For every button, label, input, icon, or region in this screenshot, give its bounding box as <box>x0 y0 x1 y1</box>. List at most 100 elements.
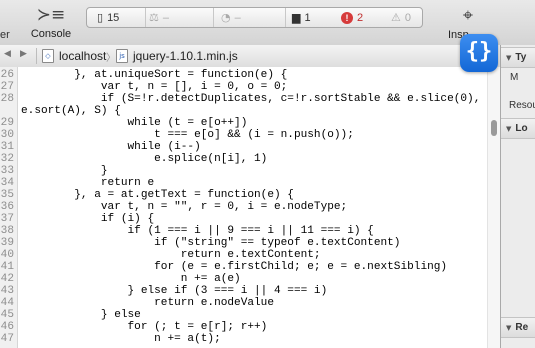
line-number[interactable]: 38 <box>0 225 14 237</box>
line-number[interactable]: 34 <box>0 177 14 189</box>
line-number[interactable]: 42 <box>0 273 14 285</box>
disclosure-triangle-icon: ▼ <box>506 124 512 133</box>
divider <box>36 48 37 64</box>
toolbar: er ≻≡ Console ▯ 15 ⚖ – ◔ – ▆ 1 ! 2 ⚠ 0 ⌖… <box>0 0 535 46</box>
line-number[interactable]: 45 <box>0 309 14 321</box>
line-number[interactable]: 26 <box>0 69 14 81</box>
debugger-tab-label[interactable]: er <box>0 29 10 41</box>
disclosure-triangle-icon: ▼ <box>506 53 512 62</box>
line-number[interactable]: 35 <box>0 189 14 201</box>
sidebar-section-resource[interactable]: ▼ Re <box>501 317 535 338</box>
code-text: } else if (3 === i || 4 === i) <box>21 285 328 297</box>
line-number[interactable]: 39 <box>0 237 14 249</box>
document-icon: ▯ <box>97 11 104 24</box>
code-text: e.splice(n[i], 1) <box>21 153 268 165</box>
code-text: if (i) { <box>21 213 155 225</box>
warning-count-item[interactable]: ⚠ 0 <box>391 8 411 27</box>
line-number[interactable]: 47 <box>0 333 14 345</box>
code-line: 44 return e.nodeValue <box>0 297 487 309</box>
section-label: Ty <box>515 52 527 63</box>
error-count: 2 <box>357 11 364 24</box>
line-number[interactable]: 28 <box>0 93 14 105</box>
scrollbar-thumb[interactable] <box>491 120 497 136</box>
code-line: 28 if (S=!r.detectDuplicates, c=!r.sortS… <box>0 93 487 105</box>
code-text: if (1 === i || 9 === i || 11 === i) { <box>21 225 374 237</box>
code-line: 46 for (; t = e[r]; r++) <box>0 321 487 333</box>
log-count: 1 <box>304 11 311 24</box>
code-text: } else <box>21 309 141 321</box>
activity-viewer[interactable]: ▯ 15 ⚖ – ◔ – ▆ 1 ! 2 ⚠ 0 <box>86 7 423 28</box>
code-line: 45 } else <box>0 309 487 321</box>
code-text: n += a(e) <box>21 273 241 285</box>
source-code-editor[interactable]: 26 }, at.uniqueSort = function(e) {27 va… <box>0 67 487 348</box>
line-number[interactable]: 41 <box>0 261 14 273</box>
code-text: var t, n = [], i = 0, o = 0; <box>21 81 288 93</box>
pretty-print-braces-icon[interactable]: {} <box>460 34 498 72</box>
code-line: 31 while (i--) <box>0 141 487 153</box>
divider <box>213 8 214 27</box>
resources-count: 15 <box>107 11 120 24</box>
code-text: return e <box>21 177 155 189</box>
line-number[interactable]: 29 <box>0 117 14 129</box>
line-number[interactable]: 36 <box>0 201 14 213</box>
navigation-bar: ◀ ▶ ◇ localhost 〉 js jquery-1.10.1.min.j… <box>0 45 500 68</box>
speech-bubble-icon: ▆ <box>292 11 301 24</box>
sidebar-section-type[interactable]: ▼ Ty <box>501 47 535 68</box>
weight-icon: ⚖ <box>149 11 159 24</box>
javascript-file-icon: js <box>116 49 128 63</box>
code-line: 37 if (i) { <box>0 213 487 225</box>
console-label: Console <box>30 28 72 40</box>
code-line: 36 var t, n = "", r = 0, i = e.nodeType; <box>0 201 487 213</box>
code-text: return e.nodeValue <box>21 297 274 309</box>
divider <box>145 8 146 27</box>
sidebar-row: Resou <box>509 100 535 111</box>
code-line: 39 if ("string" == typeof e.textContent) <box>0 237 487 249</box>
host-label: localhost <box>59 49 107 63</box>
code-text: e.sort(A), S) { <box>21 105 121 117</box>
breadcrumb-host[interactable]: ◇ localhost <box>42 48 106 64</box>
sidebar-section-location[interactable]: ▼ Lo <box>501 118 535 139</box>
page-icon: ◇ <box>42 49 54 63</box>
line-number[interactable]: 32 <box>0 153 14 165</box>
resources-count-item[interactable]: ▯ 15 <box>97 8 119 27</box>
line-number[interactable]: 43 <box>0 285 14 297</box>
line-number[interactable]: 40 <box>0 249 14 261</box>
console-icon: ≻≡ <box>36 5 66 25</box>
error-count-item[interactable]: ! 2 <box>341 8 363 27</box>
code-text: for (e = e.firstChild; e; e = e.nextSibl… <box>21 261 448 273</box>
forward-arrow-icon[interactable]: ▶ <box>20 49 27 59</box>
code-text: t === e[o] && (i = n.push(o)); <box>21 129 354 141</box>
code-line: 41 for (e = e.firstChild; e; e = e.nextS… <box>0 261 487 273</box>
log-count-item[interactable]: ▆ 1 <box>292 8 311 27</box>
weight-value: – <box>162 11 169 24</box>
code-line: e.sort(A), S) { <box>0 105 487 117</box>
sidebar-row: M <box>510 72 519 83</box>
line-number[interactable]: 37 <box>0 213 14 225</box>
details-sidebar: ▼ Ty M Resou ▼ Lo ▼ Re <box>500 45 535 348</box>
chevron-right-icon: 〉 <box>106 53 116 64</box>
code-line: 34 return e <box>0 177 487 189</box>
line-number[interactable]: 44 <box>0 297 14 309</box>
line-number[interactable]: 30 <box>0 129 14 141</box>
vertical-scrollbar[interactable] <box>487 67 501 348</box>
code-line: 47 n += a(t); <box>0 333 487 345</box>
line-number[interactable]: 33 <box>0 165 14 177</box>
code-text: return e.textContent; <box>21 249 321 261</box>
line-number[interactable]: 46 <box>0 321 14 333</box>
breadcrumb-file[interactable]: js jquery-1.10.1.min.js <box>116 48 238 64</box>
warning-icon: ⚠ <box>391 11 401 24</box>
code-text: var t, n = "", r = 0, i = e.nodeType; <box>21 201 348 213</box>
back-arrow-icon[interactable]: ◀ <box>4 49 11 59</box>
line-number[interactable]: 31 <box>0 141 14 153</box>
code-text: while (i--) <box>21 141 201 153</box>
time-item: ◔ – <box>221 8 241 27</box>
console-tab[interactable]: ≻≡ Console <box>28 6 74 40</box>
divider <box>285 8 286 27</box>
code-line: 35 }, a = at.getText = function(e) { <box>0 189 487 201</box>
code-text: n += a(t); <box>21 333 221 345</box>
disclosure-triangle-icon: ▼ <box>506 323 512 332</box>
line-number[interactable]: 27 <box>0 81 14 93</box>
weight-item: ⚖ – <box>149 8 169 27</box>
crosshair-icon: ⌖ <box>462 5 474 26</box>
error-icon: ! <box>341 11 353 24</box>
